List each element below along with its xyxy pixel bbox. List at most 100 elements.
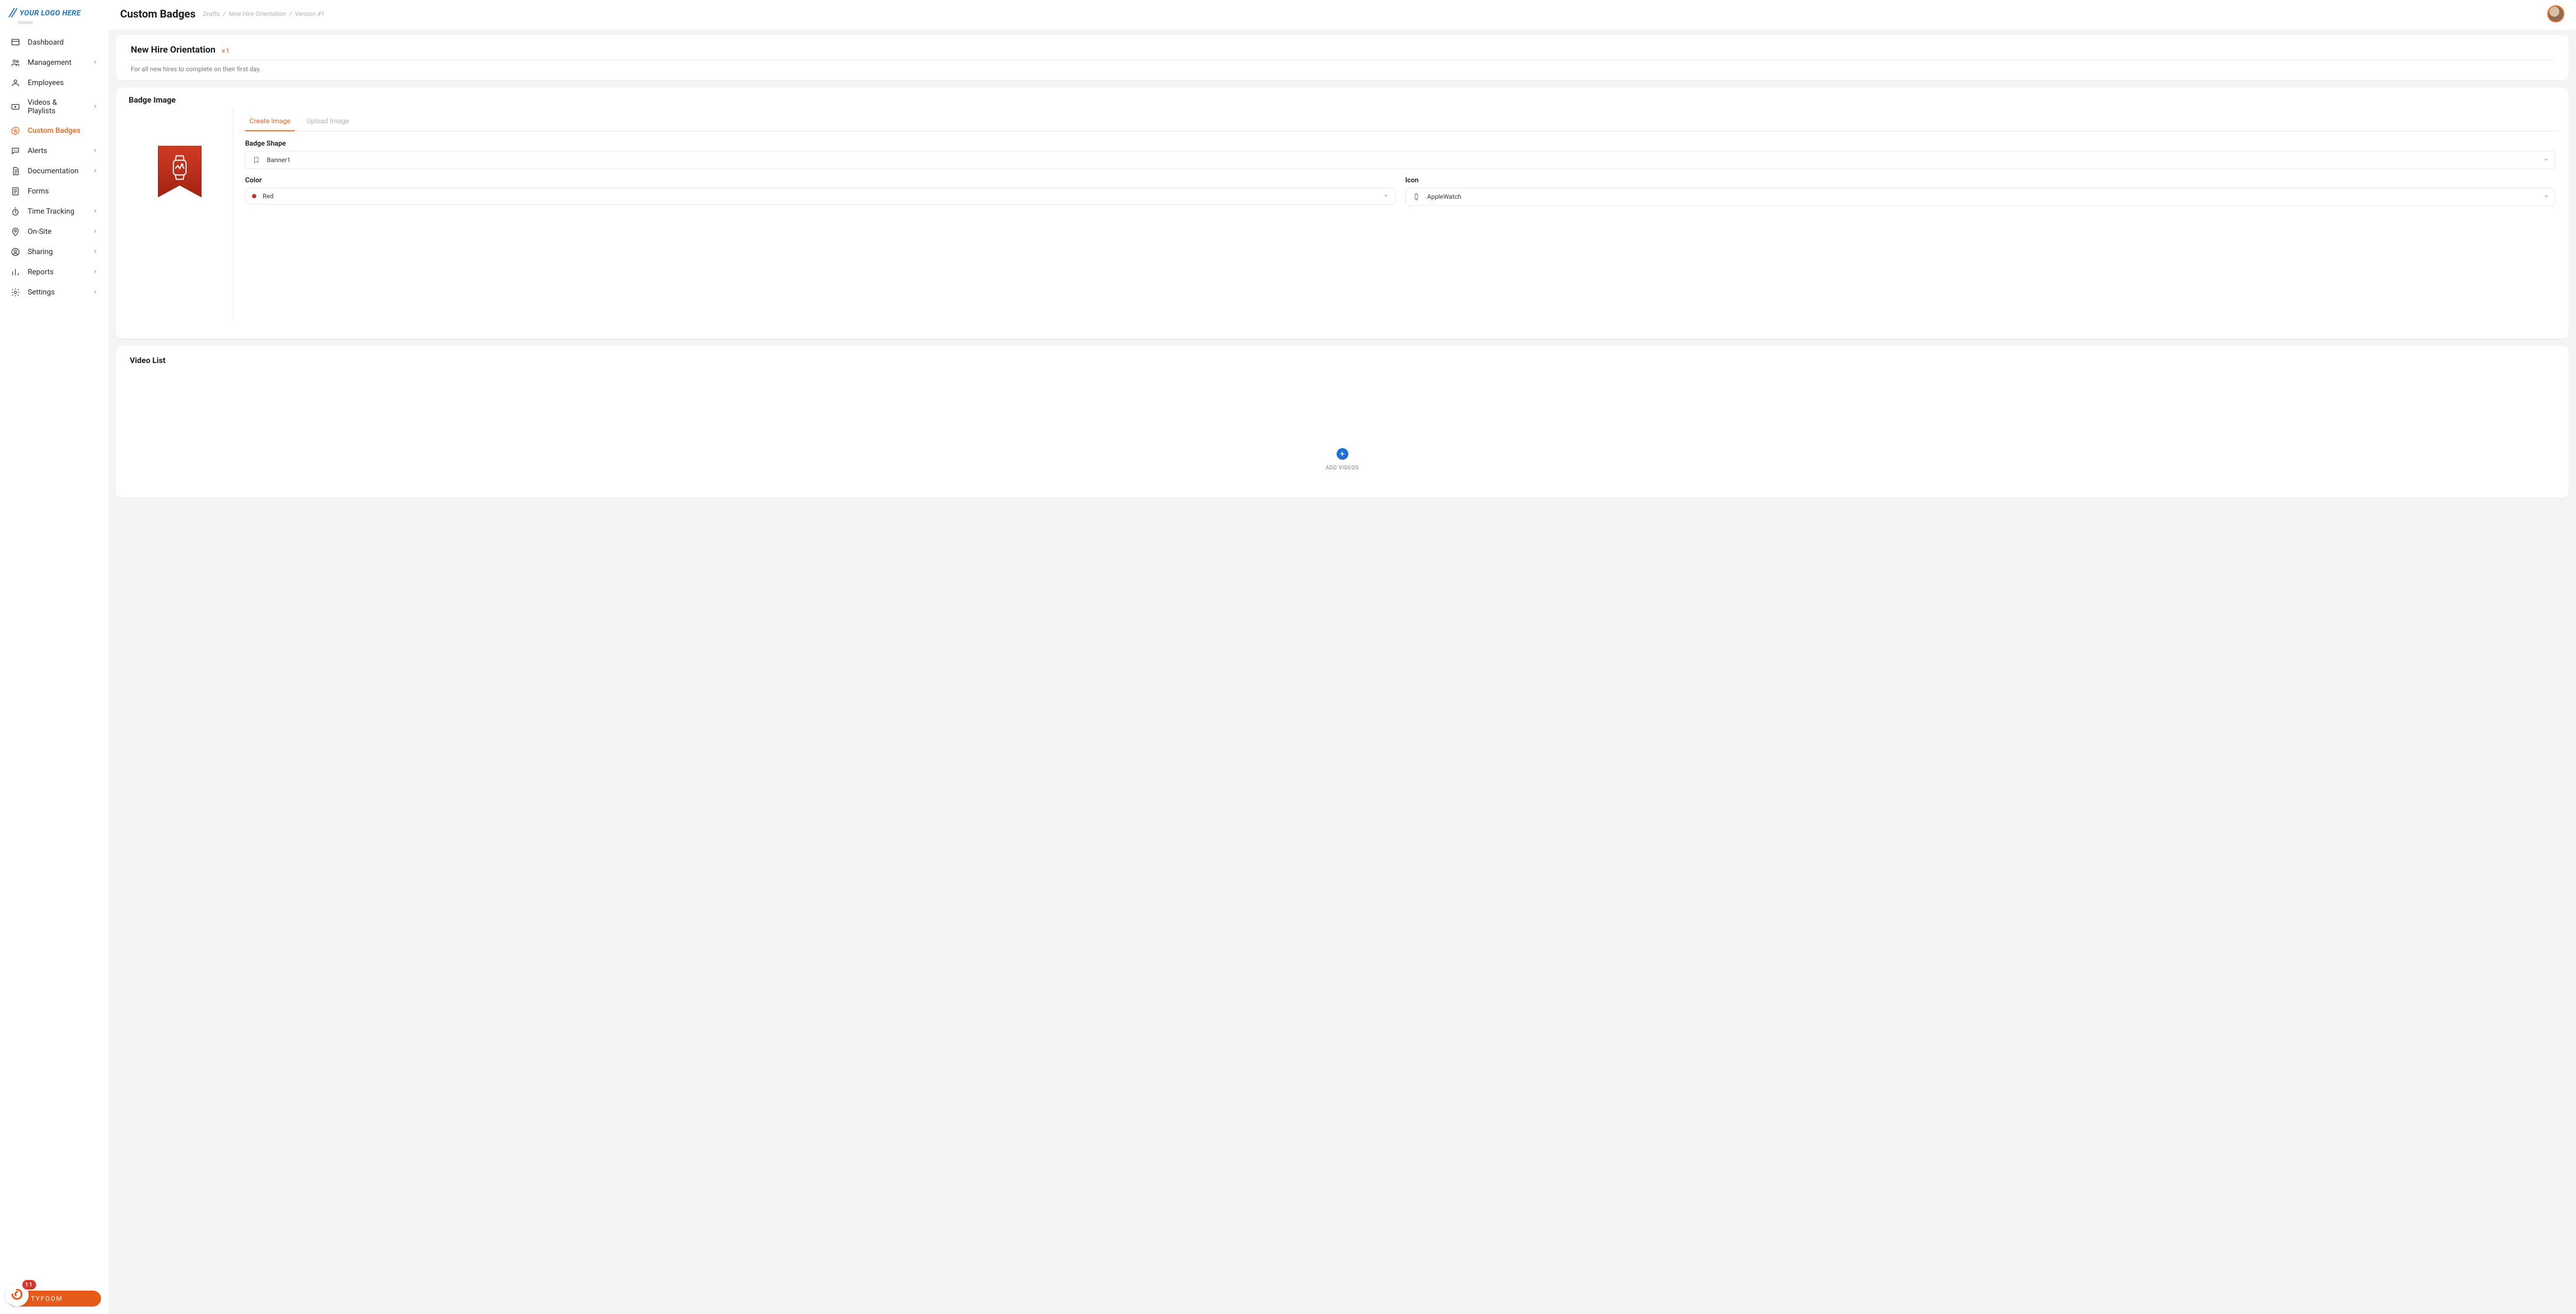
select-icon[interactable]: AppleWatch — [1405, 188, 2556, 206]
tab-create-image[interactable]: Create Image — [248, 113, 291, 131]
video-icon — [11, 102, 20, 112]
chat-bubble-icon — [11, 146, 20, 156]
location-pin-icon — [11, 227, 20, 237]
logo[interactable]: // YOUR LOGO HERE — [0, 0, 108, 21]
field-color: Color Red — [245, 176, 1396, 206]
badge-preview — [127, 108, 233, 321]
chevron-down-icon — [1383, 192, 1389, 200]
breadcrumb-sep: / — [289, 10, 292, 18]
video-list-card: Video List + ADD VIDEOS — [116, 346, 2569, 498]
sidebar-footer: 11 TYFOOM — [0, 1283, 108, 1314]
bar-chart-icon — [11, 267, 20, 277]
chevron-right-icon — [93, 207, 98, 216]
section-title-badge-image: Badge Image — [129, 95, 2558, 105]
sidebar-item-label: Time Tracking — [28, 207, 85, 216]
color-swatch-icon — [252, 194, 256, 198]
breadcrumb-sep: / — [223, 10, 225, 18]
logo-text: YOUR LOGO HERE — [20, 9, 81, 18]
sidebar-item-videos-playlists[interactable]: Videos & Playlists — [0, 93, 108, 121]
sidebar-item-label: Alerts — [28, 147, 85, 155]
logo-subtext: Orientor — [18, 20, 108, 25]
field-badge-shape: Badge Shape Banner1 — [245, 140, 2556, 169]
sidebar-item-time-tracking[interactable]: Time Tracking — [0, 201, 108, 222]
stopwatch-icon — [11, 207, 20, 216]
chevron-right-icon — [93, 288, 98, 297]
badge-config: Create Image Upload Image Badge Shape — [243, 108, 2558, 321]
gear-icon — [11, 288, 20, 297]
select-value: AppleWatch — [1427, 193, 2537, 200]
select-color[interactable]: Red — [245, 188, 1396, 205]
apple-watch-icon — [1412, 192, 1421, 201]
chevron-right-icon — [93, 268, 98, 276]
badge-header-card: New Hire Orientation v.1 For all new hir… — [116, 35, 2569, 80]
breadcrumb: Drafts / New Hire Orientation / Version … — [203, 10, 324, 18]
chevron-right-icon — [93, 103, 98, 111]
chevron-down-icon — [2544, 193, 2549, 200]
brand-pill-label: TYFOOM — [31, 1295, 63, 1302]
sidebar-item-reports[interactable]: Reports — [0, 262, 108, 282]
sidebar-item-dashboard[interactable]: Dashboard — [0, 32, 108, 53]
share-user-icon — [11, 247, 20, 257]
plus-icon: + — [1340, 450, 1345, 458]
sidebar-item-label: Management — [28, 58, 85, 67]
chevron-right-icon — [93, 167, 98, 175]
sidebar-item-custom-badges[interactable]: Custom Badges — [0, 121, 108, 141]
breadcrumb-part[interactable]: New Hire Orientation — [229, 10, 286, 18]
breadcrumb-part[interactable]: Version #1 — [295, 10, 325, 18]
page-title: Custom Badges — [120, 7, 196, 20]
logo-mark-icon: // — [9, 7, 17, 19]
document-icon — [11, 166, 20, 176]
sidebar-item-label: Sharing — [28, 248, 85, 256]
add-videos-button[interactable]: + — [1337, 448, 1348, 460]
field-icon: Icon AppleWatch — [1405, 176, 2556, 206]
select-badge-shape[interactable]: Banner1 — [245, 151, 2556, 169]
badge-star-icon — [11, 126, 20, 136]
select-value: Banner1 — [267, 156, 2537, 164]
field-label: Color — [245, 176, 1396, 184]
tab-upload-image[interactable]: Upload Image — [305, 113, 350, 131]
sidebar-item-on-site[interactable]: On-Site — [0, 222, 108, 242]
add-videos-label: ADD VIDEOS — [1325, 465, 1358, 471]
chevron-down-icon — [2544, 156, 2549, 164]
badge-image-card: Badge Image — [116, 88, 2569, 339]
chevron-right-icon — [93, 147, 98, 155]
sidebar-item-management[interactable]: Management — [0, 53, 108, 73]
sidebar-item-settings[interactable]: Settings — [0, 282, 108, 302]
badge-version: v.1 — [222, 47, 229, 54]
sidebar-item-label: On-Site — [28, 228, 85, 236]
sidebar-nav: Dashboard Management Employees Videos — [0, 29, 108, 306]
field-label: Badge Shape — [245, 140, 2556, 148]
sidebar-item-forms[interactable]: Forms — [0, 181, 108, 201]
users-icon — [11, 58, 20, 68]
badge-title: New Hire Orientation — [131, 45, 215, 55]
user-icon — [11, 78, 20, 88]
avatar[interactable] — [2547, 5, 2564, 22]
sidebar-item-alerts[interactable]: Alerts — [0, 141, 108, 161]
sidebar-item-label: Videos & Playlists — [28, 98, 85, 115]
video-list-empty: + ADD VIDEOS — [128, 368, 2557, 476]
breadcrumb-part[interactable]: Drafts — [203, 10, 220, 18]
brand-pill[interactable]: 11 TYFOOM — [7, 1291, 101, 1307]
brand-pill-badge-count: 11 — [21, 1279, 37, 1291]
bookmark-outline-icon — [252, 156, 261, 164]
topbar: Custom Badges Drafts / New Hire Orientat… — [108, 0, 2576, 30]
sidebar-item-sharing[interactable]: Sharing — [0, 242, 108, 262]
sidebar-item-label: Dashboard — [28, 38, 98, 47]
field-label: Icon — [1405, 176, 2556, 184]
sidebar: // YOUR LOGO HERE Orientor Dashboard Man… — [0, 0, 108, 1314]
forms-icon — [11, 187, 20, 196]
dashboard-icon — [11, 38, 20, 47]
sidebar-item-employees[interactable]: Employees — [0, 73, 108, 93]
sidebar-item-label: Employees — [28, 79, 98, 87]
badge-preview-image — [155, 145, 204, 204]
select-value: Red — [263, 192, 1377, 200]
tabs: Create Image Upload Image — [243, 113, 2558, 131]
chevron-right-icon — [93, 58, 98, 67]
sidebar-item-label: Custom Badges — [28, 127, 98, 135]
chevron-right-icon — [93, 228, 98, 236]
chevron-right-icon — [93, 248, 98, 256]
sidebar-item-documentation[interactable]: Documentation — [0, 161, 108, 181]
sidebar-item-label: Reports — [28, 268, 85, 276]
sidebar-item-label: Documentation — [28, 167, 85, 175]
main: Custom Badges Drafts / New Hire Orientat… — [108, 0, 2576, 1314]
